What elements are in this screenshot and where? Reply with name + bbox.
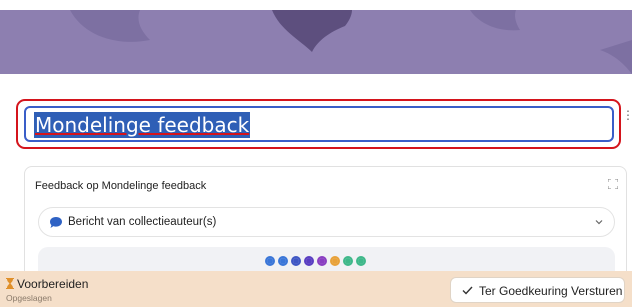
status-dot [265,256,275,266]
status-dot [317,256,327,266]
chevron-down-icon [595,220,603,225]
status-label: Voorbereiden [17,277,89,291]
chat-bubble-icon [50,217,62,228]
status-dots [265,256,366,268]
speech-bubbles-illustration [70,10,632,74]
status-sublabel: Opgeslagen [6,293,52,303]
status-dot [304,256,314,266]
title-text: Mondelinge feedback [34,112,251,138]
status-bar: Voorbereiden Opgeslagen Ter Goedkeuring … [0,271,632,307]
submit-button-label: Ter Goedkeuring Versturen [479,284,623,298]
hourglass-icon [6,278,14,289]
more-options-icon[interactable]: ⋮ [622,109,632,132]
status-dot [356,256,366,266]
status-dot [343,256,353,266]
status-dot [330,256,340,266]
expand-icon[interactable] [608,179,618,189]
message-dropdown[interactable]: Bericht van collectieauteur(s) [38,207,615,237]
submit-for-approval-button[interactable]: Ter Goedkeuring Versturen [450,277,625,303]
dropdown-label: Bericht van collectieauteur(s) [68,216,217,228]
check-icon [462,286,473,295]
card-title: Feedback op Mondelinge feedback [35,180,207,192]
status-dot [291,256,301,266]
status-dot [278,256,288,266]
header-banner [0,10,632,74]
title-input[interactable]: Mondelinge feedback [24,106,614,142]
